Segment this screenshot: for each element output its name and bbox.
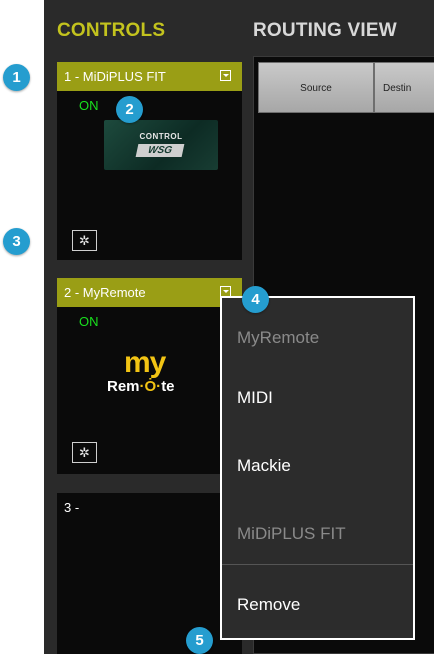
control-wsg-logo: CONTROL WSG <box>104 120 218 170</box>
controller-slot-2: 2 - MyRemote ON my Rem·Ȯ·te ✲ <box>57 278 242 474</box>
slot-1-settings-button[interactable]: ✲ <box>72 230 97 251</box>
controller-slot-3: 3 - <box>57 493 242 654</box>
menu-item-mackie[interactable]: Mackie <box>237 456 291 476</box>
controller-type-menu: MyRemote MIDI Mackie MiDiPLUS FIT Remove <box>220 296 415 640</box>
callout-badge-2: 2 <box>116 96 143 123</box>
controller-slot-1: 1 - MiDiPLUS FIT ON CONTROL WSG ✲ <box>57 62 242 260</box>
controls-header: CONTROLS <box>57 20 166 41</box>
slot-1-label: 1 - MiDiPLUS FIT <box>64 69 166 84</box>
menu-item-midiplus-fit[interactable]: MiDiPLUS FIT <box>237 524 346 544</box>
slot-2-settings-button[interactable]: ✲ <box>72 442 97 463</box>
menu-item-remove[interactable]: Remove <box>237 595 300 615</box>
slot-2-title-bar[interactable]: 2 - MyRemote <box>57 278 242 307</box>
wsg-logo-brand-text: WSG <box>135 144 185 157</box>
slot-1-title-bar[interactable]: 1 - MiDiPLUS FIT <box>57 62 242 91</box>
wsg-logo-control-text: CONTROL <box>139 132 183 141</box>
callout-badge-5: 5 <box>186 627 213 654</box>
column-header-destination[interactable]: Destin <box>374 62 434 113</box>
slot-3-title-bar[interactable]: 3 - <box>57 493 242 522</box>
routing-view-header: ROUTING VIEW <box>253 20 397 41</box>
menu-item-myremote[interactable]: MyRemote <box>237 328 319 348</box>
slot-1-dropdown-icon[interactable] <box>220 70 231 81</box>
slot-1-status: ON <box>79 98 99 113</box>
callout-badge-3: 3 <box>3 228 30 255</box>
callout-badge-1: 1 <box>3 64 30 91</box>
column-header-source[interactable]: Source <box>258 62 374 113</box>
slot-2-label: 2 - MyRemote <box>64 285 146 300</box>
myremote-logo: my Rem·Ȯ·te <box>107 348 202 398</box>
gear-icon: ✲ <box>79 445 90 460</box>
callout-badge-4: 4 <box>242 286 269 313</box>
myremote-logo-remote: Rem·Ȯ·te <box>107 378 175 395</box>
myremote-logo-my: my <box>124 346 166 379</box>
slot-2-status: ON <box>79 314 99 329</box>
menu-item-midi[interactable]: MIDI <box>237 388 273 408</box>
menu-separator <box>222 564 413 565</box>
gear-icon: ✲ <box>79 233 90 248</box>
slot-3-label: 3 - <box>64 500 80 515</box>
